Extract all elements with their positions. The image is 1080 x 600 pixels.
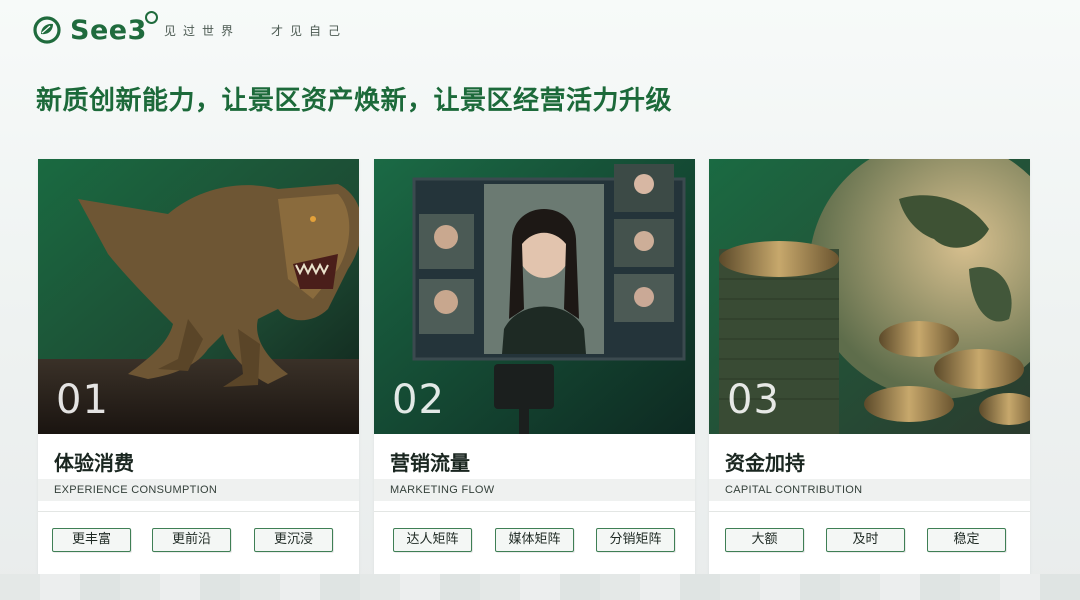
bottom-blur-strip [0,574,1080,600]
tag-button[interactable]: 媒体矩阵 [495,528,574,552]
page-headline: 新质创新能力，让景区资产焕新，让景区经营活力升级 [36,86,673,116]
card-number: 02 [392,377,445,423]
tag-button[interactable]: 分销矩阵 [596,528,675,552]
tag-button[interactable]: 更前沿 [152,528,231,552]
brand-name: See3 [70,10,158,46]
card-divider [374,511,695,512]
feature-card-marketing: 02 营销流量 MARKETING FLOW 达人矩阵 媒体矩阵 分销矩阵 [374,159,695,574]
card-title: 资金加持 [725,451,805,475]
tag-button[interactable]: 稳定 [927,528,1006,552]
card-title: 体验消费 [54,451,134,475]
leaf-ring-icon [33,16,61,44]
tag-button[interactable]: 及时 [826,528,905,552]
card-divider [38,511,359,512]
tag-button[interactable]: 更丰富 [52,528,131,552]
brand-degree-mark [144,10,158,24]
brand-logo: See3 [32,10,158,48]
card-subtitle: CAPITAL CONTRIBUTION [725,484,863,496]
card-number: 03 [727,377,780,423]
tag-button[interactable]: 更沉浸 [254,528,333,552]
coins-globe-image: 03 [709,159,1030,434]
card-subtitle: MARKETING FLOW [390,484,495,496]
dinosaur-image: 01 [38,159,359,434]
card-title: 营销流量 [390,451,470,475]
livestream-image: 02 [374,159,695,434]
card-number: 01 [56,377,109,423]
brand-slogan: 见过世界 才见自己 [164,24,348,38]
tag-button[interactable]: 大额 [725,528,804,552]
feature-card-capital: 03 资金加持 CAPITAL CONTRIBUTION 大额 及时 稳定 [709,159,1030,574]
tag-button[interactable]: 达人矩阵 [393,528,472,552]
card-subtitle: EXPERIENCE CONSUMPTION [54,484,218,496]
feature-card-experience: 01 体验消费 EXPERIENCE CONSUMPTION 更丰富 更前沿 更… [38,159,359,574]
card-divider [709,511,1030,512]
